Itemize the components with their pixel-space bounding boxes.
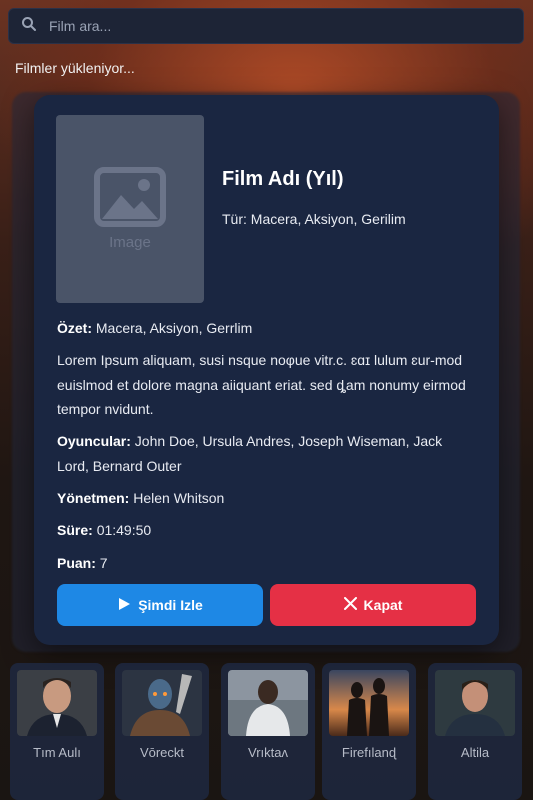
duration-label: Süre:: [57, 522, 93, 538]
close-icon: [343, 597, 364, 613]
loading-status: Filmler yükleniyor...: [15, 60, 135, 76]
movie-detail-modal: Image Film Adı (Yıl) Tür: Macera, Aksiyo…: [34, 95, 499, 645]
cast-label: Oyuncular:: [57, 433, 131, 449]
movie-card[interactable]: Vōreckt: [115, 663, 209, 800]
movie-card-title: Vōreckt: [139, 745, 185, 760]
close-button[interactable]: Kapat: [270, 584, 476, 626]
director-line: Yönetmen: Helen Whitson: [57, 486, 477, 511]
rating-line: Puan: 7: [57, 551, 477, 576]
movie-poster: [329, 670, 409, 736]
rating-label: Puan:: [57, 555, 96, 571]
movie-poster: [17, 670, 97, 736]
movie-poster: [122, 670, 202, 736]
movie-card-title: Tım Aulı: [33, 745, 81, 760]
director-name: Helen Whitson: [133, 490, 225, 506]
image-icon: [94, 167, 166, 232]
movie-card-title: Firefılanɖ: [341, 745, 397, 760]
movie-card[interactable]: Tım Aulı: [10, 663, 104, 800]
duration-line: Süre: 01:49:50: [57, 518, 477, 543]
watch-now-button[interactable]: Şimdi Izle: [57, 584, 263, 626]
duration-value: 01:49:50: [96, 522, 152, 538]
poster-placeholder: Image: [56, 115, 204, 303]
movie-description: Lorem Ipsum aliquam, susi nsque noφue vi…: [57, 352, 466, 417]
search-bar[interactable]: [8, 8, 524, 44]
search-icon: [21, 16, 37, 37]
watch-now-label: Şimdi Izle: [138, 597, 203, 613]
movie-poster: [228, 670, 308, 736]
movie-poster: [435, 670, 515, 736]
movie-card[interactable]: Firefılanɖ: [322, 663, 416, 800]
summary-label: Özet:: [57, 320, 92, 336]
movie-genre: Tür: Macera, Aksiyon, Gerilim: [222, 211, 406, 227]
play-icon: [117, 597, 138, 614]
movie-card-title: Altila: [460, 745, 490, 760]
director-label: Yönetmen:: [57, 490, 130, 506]
close-label: Kapat: [363, 597, 403, 613]
summary-genre: Macera, Aksiyon, Gerrlim: [95, 320, 253, 336]
movie-title: Film Adı (Yıl): [222, 168, 344, 190]
cast-line: Oyuncular: John Doe, Ursula Andres, Jose…: [57, 429, 477, 478]
search-input[interactable]: [49, 18, 489, 34]
movie-card[interactable]: Vrıktaʌ: [221, 663, 315, 800]
movie-card-title: Vrıktaʌ: [248, 745, 288, 760]
poster-placeholder-label: Image: [109, 234, 151, 251]
rating-value: 7: [99, 555, 108, 571]
movie-list: Tım Aulı Vōreckt Vrıktaʌ Firefılanɖ Alti…: [0, 663, 533, 800]
movie-card[interactable]: Altila: [428, 663, 522, 800]
summary-line: Özet: Macera, Aksiyon, Gerrlim: [57, 316, 477, 341]
